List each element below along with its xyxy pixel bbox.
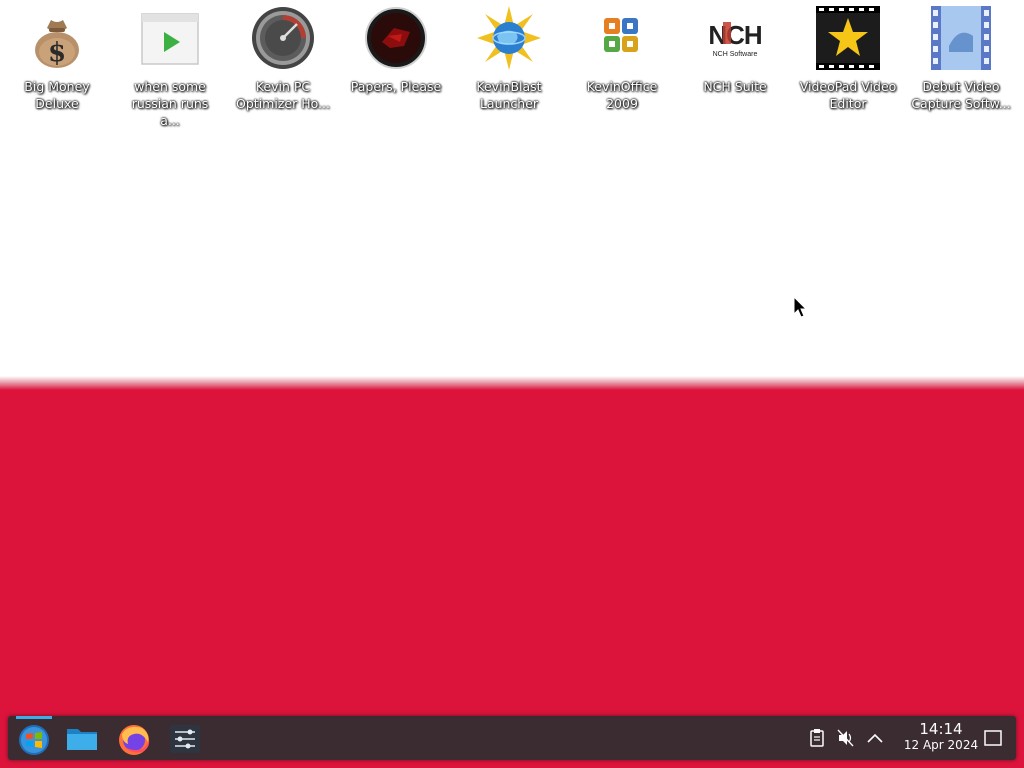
clock[interactable]: 14:14 12 Apr 2024 — [888, 720, 994, 753]
clipboard-icon[interactable] — [806, 727, 828, 749]
settings-sliders-icon — [170, 725, 200, 753]
desktop-icon-label: KevinOffice 2009 — [586, 79, 658, 111]
desktop-icon-kevin-pc-optimizer[interactable]: Kevin PC Optimizer Ho... — [231, 6, 335, 112]
desktop-icon-label: KevinBlast Launcher — [476, 79, 542, 111]
desktop-icon-label: VideoPad Video Editor — [799, 79, 897, 111]
folder-icon — [67, 729, 97, 750]
taskbar: 14:14 12 Apr 2024 — [8, 716, 1016, 760]
desktop-icon-big-money-deluxe[interactable]: $ Big Money Deluxe — [5, 6, 109, 112]
wallpaper-red-band — [0, 390, 1024, 768]
chevron-up-icon[interactable] — [864, 727, 886, 749]
desktop-icon-video-file[interactable]: when some russian runs a... — [118, 6, 222, 129]
money-bag-icon: $ — [25, 6, 89, 70]
desktop-icon-label: Papers, Please — [350, 79, 442, 94]
desktop-icon-label: NCH Suite — [703, 79, 767, 94]
nch-logo-text: NCH — [708, 20, 762, 50]
volume-muted-icon[interactable] — [835, 727, 857, 749]
clock-time: 14:14 — [919, 720, 963, 738]
wallpaper-blend — [0, 376, 1024, 390]
desktop-icon-label: Big Money Deluxe — [24, 79, 90, 111]
desktop-icon-kevinblast-launcher[interactable]: KevinBlast Launcher — [457, 6, 561, 112]
speedometer-icon — [251, 6, 315, 70]
desktop-icon-label: Debut Video Capture Softw... — [911, 79, 1011, 111]
film-strip-icon — [929, 6, 993, 70]
desktop-icon-nch-suite[interactable]: NCH NCH Software NCH Suite — [683, 6, 787, 95]
film-star-icon — [816, 6, 880, 70]
clock-date: 12 Apr 2024 — [903, 738, 979, 752]
mouse-cursor-icon — [793, 295, 809, 324]
start-menu-button[interactable] — [14, 716, 58, 756]
firefox-icon — [119, 725, 150, 755]
video-player-icon — [138, 6, 202, 70]
nch-logo-subtext: NCH Software — [713, 51, 758, 58]
desktop-icon-debut-video-capture[interactable]: Debut Video Capture Softw... — [909, 6, 1013, 112]
firefox-button[interactable] — [112, 720, 156, 756]
desktop-icon-kevinoffice-2009[interactable]: KevinOffice 2009 — [570, 6, 674, 112]
office-logo-icon — [590, 6, 654, 70]
papers-please-emblem-icon — [364, 6, 428, 70]
desktop-icon-label: Kevin PC Optimizer Ho... — [236, 79, 330, 111]
windows-orb-icon — [19, 725, 49, 755]
file-manager-button[interactable] — [62, 720, 106, 756]
system-settings-button[interactable] — [164, 720, 208, 756]
show-desktop-button[interactable] — [982, 727, 1004, 749]
svg-text:$: $ — [48, 38, 66, 68]
show-desktop-icon — [984, 730, 1002, 746]
desktop-icon-papers-please[interactable]: Papers, Please — [344, 6, 448, 95]
nch-logo-icon: NCH NCH Software — [703, 6, 767, 70]
globe-star-icon — [477, 6, 541, 70]
desktop-icon-videopad-video-editor[interactable]: VideoPad Video Editor — [796, 6, 900, 112]
desktop-icon-label: when some russian runs a... — [131, 79, 209, 128]
